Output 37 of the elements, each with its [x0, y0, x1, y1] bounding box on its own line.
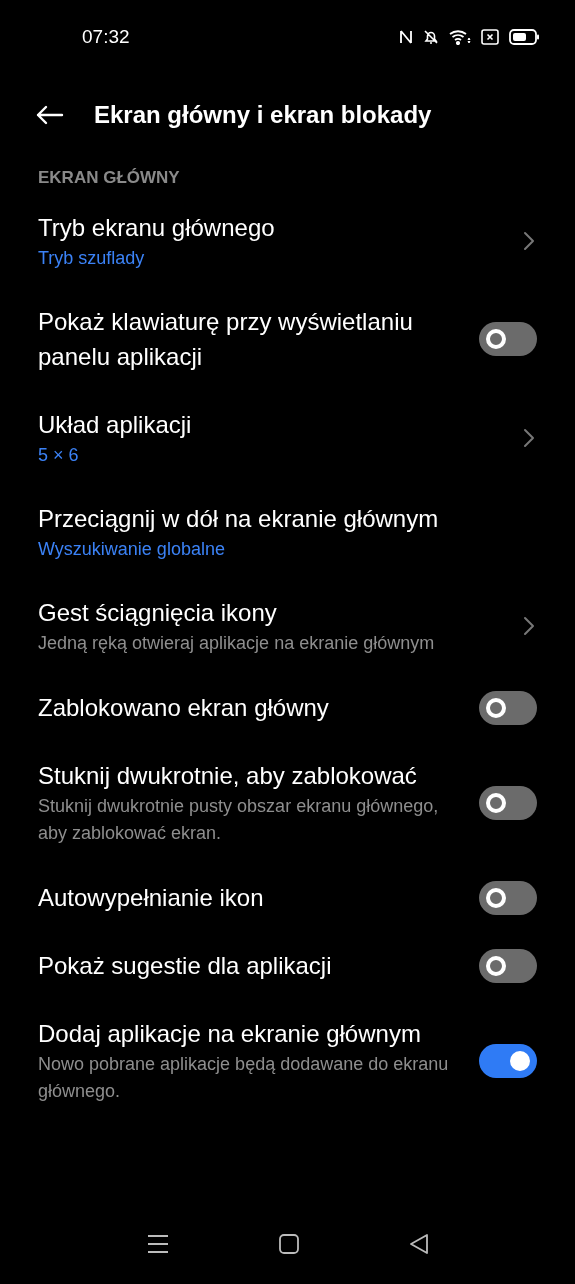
menu-button[interactable] — [146, 1234, 169, 1254]
setting-value: Tryb szuflady — [38, 247, 145, 270]
wifi-icon — [449, 29, 471, 45]
setting-description: Stuknij dwukrotnie pusty obszar ekranu głównego, aby zablokować ekran. — [38, 795, 440, 845]
bell-muted-icon — [423, 29, 439, 45]
status-time: 07:32 — [82, 26, 131, 48]
setting-description: Jedną ręką otwieraj aplikacje na ekranie głównym — [38, 632, 436, 655]
setting-title[interactable]: Przeciągnij w dół na ekranie głównym — [38, 501, 537, 536]
toggle-switch[interactable] — [479, 690, 537, 725]
section-header: EKRAN GŁÓWNY — [38, 167, 181, 189]
setting-title[interactable]: Autowypełnianie ikon — [38, 880, 463, 915]
chevron-right-icon — [523, 427, 535, 448]
toggle-switch[interactable] — [479, 1043, 537, 1078]
setting-title[interactable]: Pokaż klawiaturę przy wyświetlaniu panelu aplikacji — [38, 304, 463, 374]
toggle-switch[interactable] — [479, 785, 537, 820]
setting-description: Nowo pobrane aplikacje będą dodawane do ekranu głównego. — [38, 1053, 450, 1103]
toggle-switch[interactable] — [479, 322, 537, 356]
setting-title[interactable]: Gest ściągnięcia ikony — [38, 595, 507, 630]
setting-title[interactable]: Tryb ekranu głównego — [38, 210, 507, 245]
back-nav-button[interactable] — [408, 1234, 429, 1254]
chevron-right-icon — [523, 616, 535, 636]
nfc-icon — [399, 29, 413, 45]
setting-title[interactable]: Pokaż sugestie dla aplikacji — [38, 948, 463, 983]
setting-value: Wyszukiwanie globalne — [38, 538, 225, 561]
chevron-right-icon — [523, 230, 535, 251]
setting-title[interactable]: Dodaj aplikacje na ekranie głównym — [38, 1016, 463, 1051]
page-title: Ekran główny i ekran blokady — [94, 101, 432, 129]
setting-title[interactable]: Układ aplikacji — [38, 407, 507, 442]
setting-title[interactable]: Stuknij dwukrotnie, aby zablokować — [38, 758, 463, 793]
back-button[interactable] — [36, 105, 64, 125]
battery-icon — [509, 29, 539, 45]
setting-title[interactable]: Zablokowano ekran główny — [38, 690, 463, 725]
toggle-switch[interactable] — [479, 880, 537, 915]
toggle-switch[interactable] — [479, 948, 537, 983]
setting-value: 5 × 6 — [38, 444, 79, 467]
sim-blocked-icon — [481, 29, 499, 45]
home-button[interactable] — [278, 1234, 299, 1254]
